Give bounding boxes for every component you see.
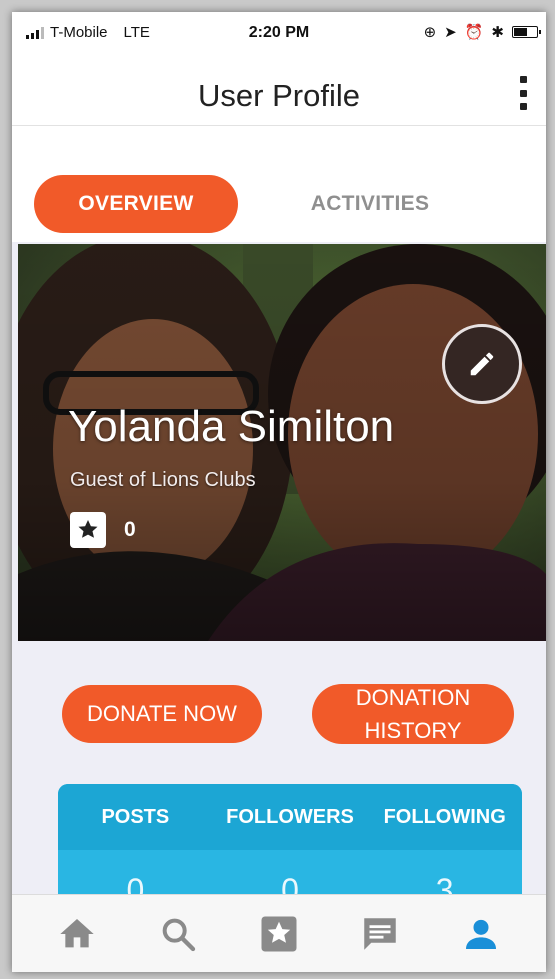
chat-icon	[364, 917, 396, 950]
profile-subtitle: Guest of Lions Clubs	[70, 469, 256, 491]
alarm-icon: ⏰	[464, 24, 484, 41]
star-badge-icon	[261, 916, 297, 951]
badge-count-row: 0	[70, 512, 136, 548]
tab-overview[interactable]: OVERVIEW	[34, 175, 238, 233]
nav-home[interactable]	[47, 904, 107, 964]
donation-history-button[interactable]: DONATION HISTORY	[312, 684, 514, 744]
star-badge-icon	[70, 512, 106, 548]
location-icon: ➤	[444, 24, 457, 41]
app-header: User Profile	[12, 56, 546, 126]
profile-cover-photo: Yolanda Similton Guest of Lions Clubs 0	[18, 244, 546, 641]
home-icon	[59, 918, 94, 947]
profile-name: Yolanda Similton	[68, 402, 395, 451]
stat-label-followers[interactable]: FOLLOWERS	[213, 784, 368, 850]
badge-count: 0	[124, 518, 136, 541]
bluetooth-icon: ✱	[491, 24, 504, 41]
stat-label-following[interactable]: FOLLOWING	[367, 784, 522, 850]
stats-header: POSTS FOLLOWERS FOLLOWING	[58, 784, 522, 850]
status-right: ⊕ ➤ ⏰ ✱	[423, 23, 541, 41]
more-vertical-icon[interactable]	[516, 76, 530, 110]
profile-icon	[466, 919, 497, 949]
search-icon	[162, 918, 195, 951]
edit-profile-button[interactable]	[442, 324, 522, 404]
tab-bar: OVERVIEW ACTIVITIES	[12, 127, 546, 242]
donate-now-button[interactable]: DONATE NOW	[62, 685, 262, 743]
tab-activities[interactable]: ACTIVITIES	[288, 175, 452, 233]
rotation-lock-icon: ⊕	[423, 24, 437, 41]
page-title: User Profile	[198, 78, 360, 113]
status-bar: T-Mobile LTE 2:20 PM ⊕ ➤ ⏰ ✱	[12, 12, 546, 56]
nav-profile[interactable]	[451, 904, 511, 964]
nav-badges[interactable]	[249, 904, 309, 964]
phone-screen: T-Mobile LTE 2:20 PM ⊕ ➤ ⏰ ✱ User Profil…	[12, 12, 546, 972]
pencil-icon	[470, 352, 494, 376]
stat-label-posts[interactable]: POSTS	[58, 784, 213, 850]
nav-messages[interactable]	[350, 904, 410, 964]
bottom-nav	[12, 894, 546, 972]
profile-content[interactable]: OVERVIEW ACTIVITIES Yolanda Similton Gue…	[12, 127, 546, 924]
battery-icon	[512, 26, 541, 38]
nav-search[interactable]	[148, 904, 208, 964]
